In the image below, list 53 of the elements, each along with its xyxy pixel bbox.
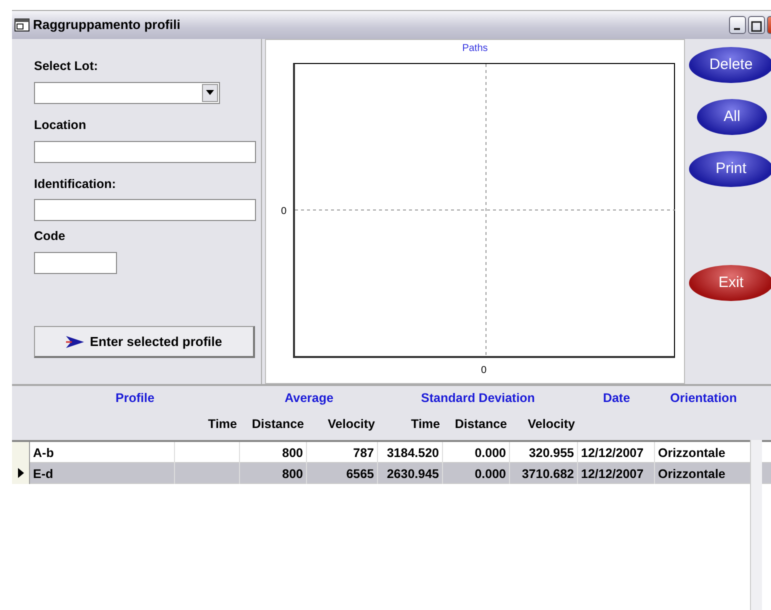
chart-title: Paths bbox=[461, 42, 489, 56]
column-group-header: Standard Deviation bbox=[421, 390, 535, 408]
input-field[interactable] bbox=[34, 140, 256, 162]
column-header: Distance bbox=[252, 416, 304, 434]
oval-button[interactable]: All bbox=[697, 99, 767, 135]
input-field[interactable] bbox=[34, 252, 117, 274]
axis-tick-label: 0 bbox=[281, 205, 287, 219]
table-cell: 12/12/2007 bbox=[581, 446, 644, 460]
column-header: Distance bbox=[454, 416, 507, 434]
input-field[interactable] bbox=[34, 199, 256, 222]
table-cell: 3184.520 bbox=[386, 446, 439, 460]
table-cell: Orizzontale bbox=[658, 446, 726, 460]
row-pointer-icon bbox=[18, 468, 24, 478]
window-icon bbox=[14, 18, 30, 32]
table-cell: Orizzontale bbox=[658, 466, 726, 480]
arrow-icon bbox=[66, 334, 84, 348]
column-header: Time bbox=[208, 416, 237, 434]
table-cell: 3710.682 bbox=[522, 466, 574, 480]
lot-dropdown[interactable] bbox=[34, 82, 220, 104]
table-cell: 800 bbox=[282, 446, 303, 460]
field-label: Identification: bbox=[34, 176, 117, 192]
table-cell: 0.000 bbox=[474, 466, 506, 480]
window-title: Raggruppamento profili bbox=[33, 16, 180, 34]
table-row[interactable]: E-d 800 6565 2630.945 0.000 3710.682 12/12/2007 Orizzontale bbox=[12, 463, 771, 484]
table-cell: 787 bbox=[353, 446, 374, 460]
oval-button[interactable]: Exit bbox=[689, 265, 771, 301]
column-group-header: Average bbox=[284, 390, 334, 408]
field-label: Location bbox=[34, 116, 88, 134]
column-header: Velocity bbox=[528, 416, 575, 434]
field-label: Select Lot: bbox=[34, 58, 99, 75]
column-group-header: Date bbox=[602, 390, 630, 408]
maximize-icon bbox=[749, 18, 764, 35]
table-cell: 0.000 bbox=[474, 446, 506, 460]
oval-button[interactable]: Delete bbox=[689, 47, 771, 83]
column-header: Time bbox=[411, 416, 440, 434]
oval-button[interactable]: Print bbox=[689, 151, 771, 187]
field-label: Code bbox=[34, 228, 66, 246]
scrollbar[interactable] bbox=[750, 440, 762, 610]
table-cell: E-d bbox=[33, 466, 54, 480]
axis-tick-label: 0 bbox=[481, 364, 487, 378]
table-cell: 12/12/2007 bbox=[581, 466, 644, 480]
column-group-header: Profile bbox=[116, 390, 154, 408]
column-header: Velocity bbox=[328, 416, 375, 434]
table-cell: 320.955 bbox=[528, 446, 574, 460]
maximize-button[interactable] bbox=[748, 16, 765, 34]
enter-profile-button[interactable]: Enter selected profile bbox=[34, 326, 255, 358]
table-cell: 6565 bbox=[346, 466, 374, 480]
minimize-button[interactable] bbox=[729, 16, 746, 34]
table-cell: A-b bbox=[33, 446, 54, 460]
column-group-header: Orientation bbox=[670, 390, 737, 408]
table-cell: 800 bbox=[282, 466, 303, 480]
table-cell: 2630.945 bbox=[386, 466, 439, 480]
minimize-icon bbox=[734, 28, 740, 30]
